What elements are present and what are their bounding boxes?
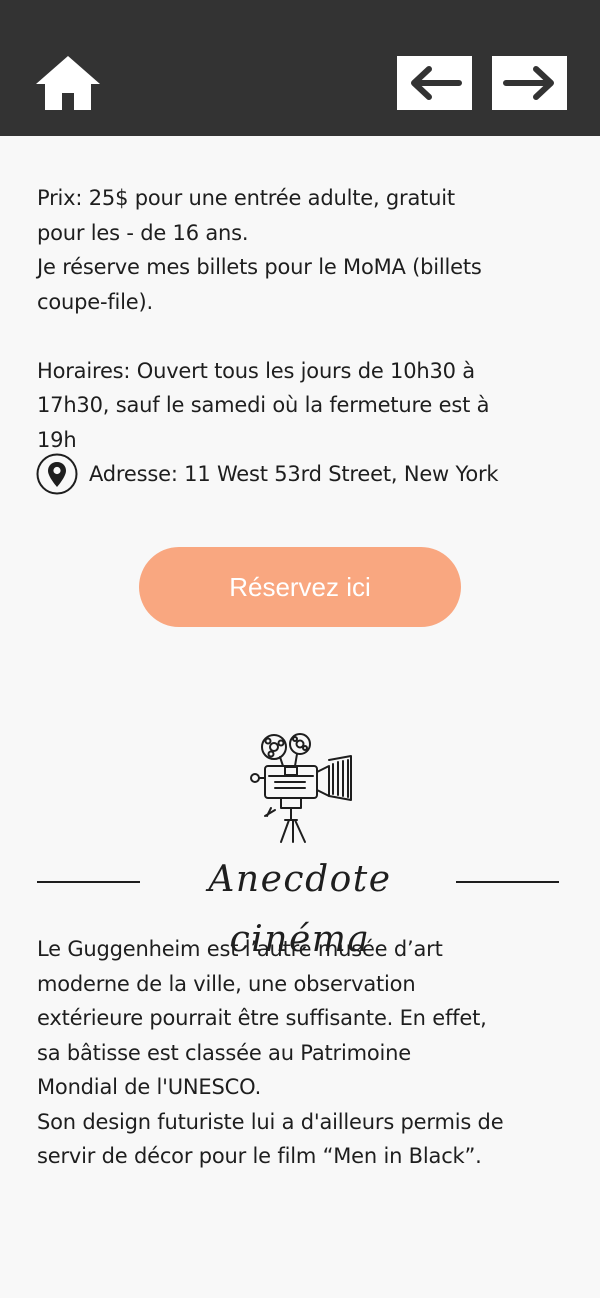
address-row: Adresse: 11 West 53rd Street, New York bbox=[36, 452, 499, 496]
anecdote-line-7: servir de décor pour le film “Men in Bla… bbox=[37, 1144, 482, 1168]
title-divider-left bbox=[37, 881, 140, 883]
arrow-right-icon bbox=[502, 66, 554, 100]
anecdote-line-2: moderne de la ville, une observation bbox=[37, 971, 416, 996]
home-button[interactable] bbox=[36, 54, 100, 112]
anecdote-text: Le Guggenheim est l’autre musée d’art mo… bbox=[37, 932, 547, 1174]
anecdote-line-6: Son design futuriste lui a d'ailleurs pe… bbox=[37, 1109, 504, 1134]
title-divider-right bbox=[456, 881, 559, 883]
anecdote-line-1: Le Guggenheim est l’autre musée d’art bbox=[37, 937, 443, 961]
anecdote-line-3: extérieure pourrait être suffisante. En … bbox=[37, 1006, 487, 1030]
ticket-line-1: Je réserve mes billets pour le MoMA (bil… bbox=[37, 255, 482, 279]
reserve-button-label: Réservez ici bbox=[229, 571, 371, 602]
top-bar bbox=[0, 0, 600, 136]
address-text: Adresse: 11 West 53rd Street, New York bbox=[89, 462, 499, 486]
ticket-line-2: coupe-file). bbox=[37, 289, 153, 314]
reserve-button[interactable]: Réservez ici bbox=[139, 547, 461, 627]
arrow-left-icon bbox=[410, 66, 462, 100]
next-button[interactable] bbox=[492, 56, 567, 110]
hours-line-2: 17h30, sauf le samedi où la fermeture es… bbox=[37, 393, 490, 417]
location-pin-icon bbox=[36, 453, 78, 495]
anecdote-line-4: sa bâtisse est classée au Patrimoine bbox=[37, 1040, 411, 1065]
film-camera-icon bbox=[250, 733, 352, 843]
home-icon bbox=[36, 56, 100, 110]
price-line-1: Prix: 25$ pour une entrée adulte, gratui… bbox=[37, 186, 455, 210]
anecdote-line-5: Mondial de l'UNESCO. bbox=[37, 1075, 262, 1099]
museum-info: Prix: 25$ pour une entrée adulte, gratui… bbox=[37, 181, 537, 457]
price-line-2: pour les - de 16 ans. bbox=[37, 220, 249, 245]
back-button[interactable] bbox=[397, 56, 472, 110]
hours-line-1: Horaires: Ouvert tous les jours de 10h30… bbox=[37, 358, 475, 383]
